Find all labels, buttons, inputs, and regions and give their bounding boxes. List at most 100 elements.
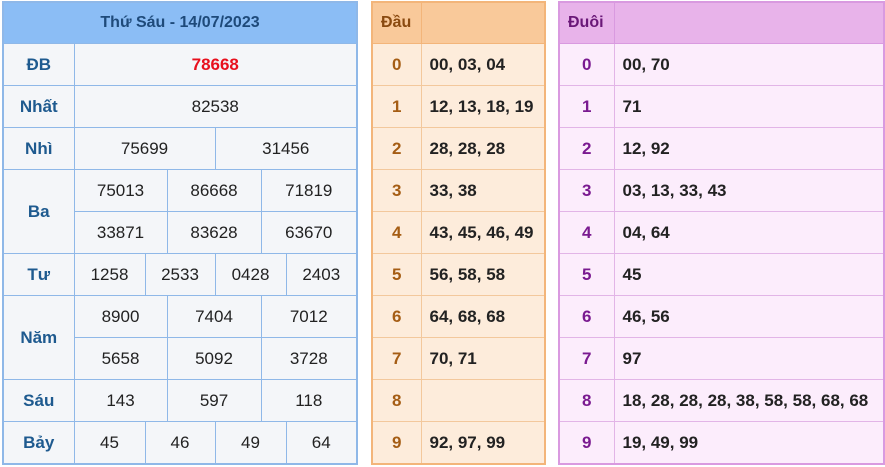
dau-key: 1 [371, 85, 422, 128]
prize-value: 7012 [260, 295, 358, 338]
prize-value: 45 [73, 421, 146, 465]
dau-header-row: Đầu [371, 1, 546, 44]
prize-label-nam: Năm [2, 295, 75, 380]
prize-row-sau: Sáu 143 597 118 [2, 379, 358, 422]
prize-value: 71819 [260, 169, 358, 212]
duoi-values: 12, 92 [613, 127, 885, 170]
duoi-key: 9 [558, 421, 615, 465]
duoi-row: 0 00, 70 [558, 43, 885, 86]
prize-value: 86668 [166, 169, 262, 212]
dau-key: 0 [371, 43, 422, 86]
prize-value: 75013 [73, 169, 168, 212]
prize-value: 8900 [73, 295, 168, 338]
duoi-row: 5 45 [558, 253, 885, 296]
prize-row-ba: Ba 75013 86668 71819 [2, 169, 358, 254]
prize-value: 31456 [214, 127, 358, 170]
prize-label-nhi: Nhì [2, 127, 75, 170]
dau-key: 9 [371, 421, 422, 465]
prize-label-ba: Ba [2, 169, 75, 254]
duoi-values: 97 [613, 337, 885, 380]
prize-value: 118 [260, 379, 358, 422]
dau-table: Đầu 0 00, 03, 04 1 12, 13, 18, 19 2 28, 28,… [371, 1, 546, 465]
results-header-row: Thứ Sáu - 14/07/2023 [2, 1, 358, 44]
duoi-values: 46, 56 [613, 295, 885, 338]
prize-value: 1258 [73, 253, 146, 296]
duoi-key: 1 [558, 85, 615, 128]
dau-values [420, 379, 546, 422]
dau-values: 92, 97, 99 [420, 421, 546, 465]
prize-value: 3728 [260, 337, 358, 380]
duoi-values: 04, 64 [613, 211, 885, 254]
dau-row: 6 64, 68, 68 [371, 295, 546, 338]
duoi-values: 71 [613, 85, 885, 128]
dau-key: 8 [371, 379, 422, 422]
dau-key: 6 [371, 295, 422, 338]
duoi-row: 1 71 [558, 85, 885, 128]
prize-value: 143 [73, 379, 168, 422]
prize-label-tu: Tư [2, 253, 75, 296]
duoi-row: 2 12, 92 [558, 127, 885, 170]
dau-row: 1 12, 13, 18, 19 [371, 85, 546, 128]
dau-values: 28, 28, 28 [420, 127, 546, 170]
prize-value: 597 [166, 379, 262, 422]
dau-row: 7 70, 71 [371, 337, 546, 380]
duoi-row: 7 97 [558, 337, 885, 380]
prize-label-bay: Bảy [2, 421, 75, 465]
dau-key: 7 [371, 337, 422, 380]
prize-label-nhat: Nhất [2, 85, 75, 128]
prize-value: 46 [144, 421, 216, 465]
duoi-key: 7 [558, 337, 615, 380]
duoi-row: 8 18, 28, 28, 28, 38, 58, 58, 68, 68 [558, 379, 885, 422]
duoi-row: 6 46, 56 [558, 295, 885, 338]
dau-values: 64, 68, 68 [420, 295, 546, 338]
dau-row: 0 00, 03, 04 [371, 43, 546, 86]
duoi-key: 3 [558, 169, 615, 212]
dau-row: 3 33, 38 [371, 169, 546, 212]
prize-value: 7404 [166, 295, 262, 338]
prize-row-nhat: Nhất 82538 [2, 85, 358, 128]
duoi-key: 5 [558, 253, 615, 296]
prize-value: 64 [285, 421, 358, 465]
dau-title: Đầu [371, 1, 422, 44]
prize-value: 49 [214, 421, 287, 465]
duoi-values: 19, 49, 99 [613, 421, 885, 465]
prize-value: 5092 [166, 337, 262, 380]
prize-value: 33871 [73, 211, 168, 254]
prize-value: 2533 [144, 253, 216, 296]
results-table: Thứ Sáu - 14/07/2023 ĐB 78668 Nhất 82538… [2, 1, 358, 465]
duoi-key: 0 [558, 43, 615, 86]
prize-label-sau: Sáu [2, 379, 75, 422]
dau-key: 3 [371, 169, 422, 212]
duoi-header-blank [613, 1, 885, 44]
prize-value-nhat: 82538 [73, 85, 358, 128]
duoi-header-row: Đuôi [558, 1, 885, 44]
prize-row-bay: Bảy 45 46 49 64 [2, 421, 358, 465]
prize-value: 83628 [166, 211, 262, 254]
dau-values: 00, 03, 04 [420, 43, 546, 86]
prize-label-db: ĐB [2, 43, 75, 86]
dau-header-blank [420, 1, 546, 44]
dau-values: 12, 13, 18, 19 [420, 85, 546, 128]
duoi-row: 4 04, 64 [558, 211, 885, 254]
duoi-title: Đuôi [558, 1, 615, 44]
prize-row-nam: Năm 8900 7404 7012 [2, 295, 358, 380]
duoi-key: 4 [558, 211, 615, 254]
prize-row-tu: Tư 1258 2533 0428 2403 [2, 253, 358, 296]
dau-row: 8 [371, 379, 546, 422]
duoi-values: 00, 70 [613, 43, 885, 86]
prize-value: 75699 [73, 127, 216, 170]
dau-values: 33, 38 [420, 169, 546, 212]
prize-value-db: 78668 [73, 43, 358, 86]
prize-value: 63670 [260, 211, 358, 254]
duoi-row: 9 19, 49, 99 [558, 421, 885, 465]
prize-value: 0428 [214, 253, 287, 296]
duoi-key: 2 [558, 127, 615, 170]
duoi-key: 8 [558, 379, 615, 422]
duoi-table: Đuôi 0 00, 70 1 71 2 12, 92 3 03, 13, 33, 43… [558, 1, 885, 465]
results-title: Thứ Sáu - 14/07/2023 [2, 1, 358, 44]
dau-key: 5 [371, 253, 422, 296]
prize-row-db: ĐB 78668 [2, 43, 358, 86]
prize-value: 2403 [285, 253, 358, 296]
duoi-key: 6 [558, 295, 615, 338]
dau-row: 9 92, 97, 99 [371, 421, 546, 465]
